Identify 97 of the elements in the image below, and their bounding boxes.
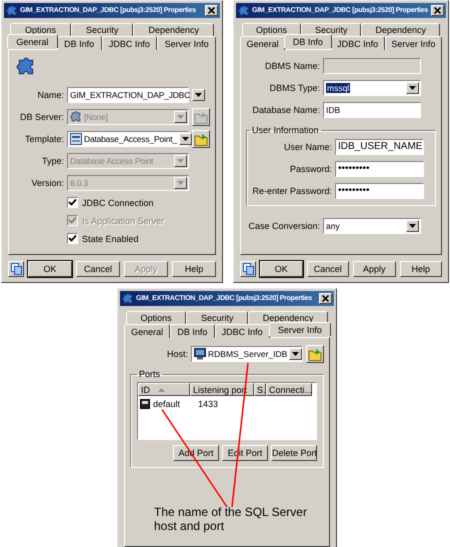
group-label: Ports [138,369,162,379]
copy-icon [242,263,254,275]
copy-icon [10,263,22,275]
checkbox-label: JDBC Connection [82,198,154,208]
close-icon [434,7,441,14]
dialog-button[interactable]: OK [28,261,72,277]
tab[interactable]: JDBC Info [102,36,158,50]
copy-button[interactable] [8,261,24,277]
dropdown-arrow-button[interactable] [406,82,419,94]
tab[interactable]: DB Info [56,36,102,50]
field-label: Re-enter Password: [251,186,332,196]
list-cell-text: 1433 [197,398,220,408]
field-label: Template: [24,134,64,144]
field-label: Case Conversion: [247,220,320,230]
field-label: Version: [30,178,64,188]
callout-text: The name of the SQL Server host and port [154,505,308,533]
text-field[interactable]: ••••••••• [335,182,424,198]
group-label: User Information [251,125,320,135]
dialog-button[interactable]: OK [260,261,302,277]
dropdown-arrow-button[interactable] [289,348,302,360]
puzzle-icon [6,4,18,16]
field-label: DB Server: [18,112,64,122]
dialog-button[interactable]: Apply [353,261,396,277]
dialog-button[interactable]: Cancel [76,261,120,277]
field-label: Name: [36,90,64,100]
tab[interactable]: General [124,324,170,338]
field-label: Host: [166,349,188,359]
dropdown-arrow-button[interactable] [406,220,419,232]
text-field[interactable]: IDB_USER_NAME [335,138,424,154]
puzzle-icon [70,111,82,123]
tab[interactable]: General [7,34,58,48]
folder-button[interactable] [192,130,210,148]
device-icon [140,398,150,408]
field-label: Password: [288,164,332,174]
tab[interactable]: Security [186,311,248,324]
form-icon [70,133,82,145]
checkbox-label: State Enabled [82,234,139,244]
field-label: DBMS Name: [264,60,320,70]
folder-icon [308,348,322,360]
tab[interactable]: Options [242,23,301,36]
checkbox-label: Is Application Server [82,216,164,226]
caret-icon [195,92,202,96]
tab[interactable]: Server Info [384,36,442,50]
close-button[interactable] [205,5,218,16]
dropdown[interactable]: Database_Access_Point_ [67,131,189,147]
tab[interactable]: Dependency [361,23,440,36]
field-label: Type: [40,156,64,166]
checkbox[interactable] [67,233,78,244]
dialog-button[interactable]: Help [400,261,442,277]
caret-icon [182,137,189,141]
tab[interactable]: Security [71,23,134,36]
tab[interactable]: DB Info [284,34,332,48]
caret-icon [292,352,300,356]
close-icon [322,295,329,302]
field-label: DBMS Type: [268,82,320,92]
text-field[interactable]: IDB [323,102,421,118]
caret-icon [409,86,416,90]
puzzle-icon [238,4,250,16]
field-label: Database Name: [251,104,320,114]
dropdown-arrow-button[interactable] [192,88,206,100]
column-header[interactable]: ID [138,383,190,396]
checkbox[interactable] [67,197,78,208]
folder-icon [194,132,208,146]
puzzle-icon [16,57,36,77]
folder-button[interactable] [306,345,324,363]
field-label: User Name: [282,142,332,152]
tab[interactable]: DB Info [170,324,215,338]
tab[interactable]: Server Info [268,322,332,336]
dialog-button[interactable]: Help [172,261,216,277]
caret-icon [177,115,184,119]
tab[interactable]: JDBC Info [214,324,270,338]
text-field[interactable]: ••••••••• [335,160,424,176]
column-header[interactable]: S. [254,383,266,396]
dropdown[interactable]: mssql [323,80,421,96]
tab[interactable]: Options [126,311,186,324]
monitor-icon [194,348,206,360]
caret-icon [177,158,184,162]
tab[interactable]: General [240,36,286,50]
folder-button[interactable] [192,108,210,126]
dropdown-arrow-button[interactable] [178,133,192,145]
sort-arrow-icon [158,388,165,392]
tab[interactable]: Security [301,23,362,36]
puzzle-icon [122,292,134,304]
close-button[interactable] [319,293,332,304]
dropdown[interactable]: RDBMS_Server_IDB [191,346,303,362]
folder-icon [194,110,208,124]
tab[interactable]: JDBC Info [330,36,385,50]
dropdown[interactable]: any [323,218,421,234]
close-icon [208,7,215,14]
tab[interactable]: Server Info [157,36,216,50]
copy-button[interactable] [240,261,256,277]
caret-icon [177,180,184,184]
caret-icon [409,224,416,228]
dialog-button[interactable]: Cancel [306,261,349,277]
close-button[interactable] [431,5,444,16]
list-cell[interactable]: default [153,398,180,408]
tab[interactable]: Dependency [133,23,214,36]
